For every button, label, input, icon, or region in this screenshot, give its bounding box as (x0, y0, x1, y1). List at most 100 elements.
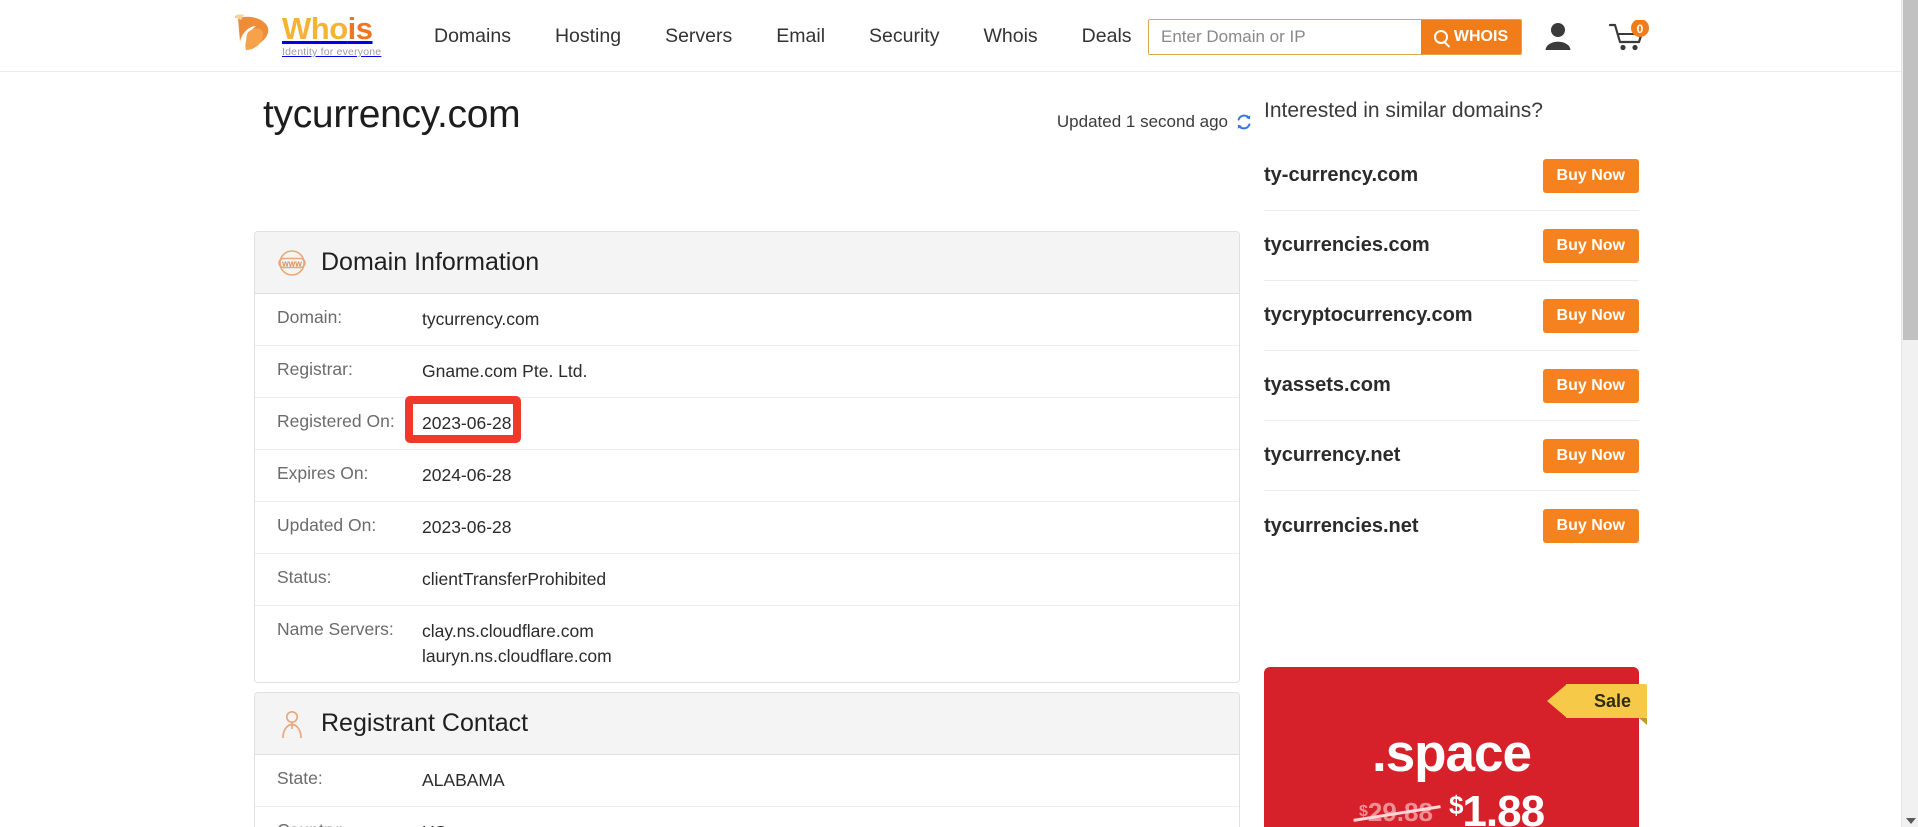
promo-price-row: $29.88 $1.88 (1264, 787, 1639, 827)
whois-search-button[interactable]: WHOIS (1421, 20, 1521, 54)
table-row: Domain: tycurrency.com (255, 294, 1239, 346)
search-input[interactable] (1149, 20, 1421, 54)
whois-lookup-page: Whois Identity for everyone Domains Host… (0, 0, 1918, 827)
page-title: tycurrency.com (263, 93, 521, 136)
row-key: Name Servers: (277, 619, 394, 639)
buy-now-button[interactable]: Buy Now (1542, 228, 1639, 263)
table-row: State: ALABAMA (255, 755, 1239, 807)
shopping-cart-icon[interactable]: 0 (1608, 19, 1650, 52)
refresh-icon[interactable] (1235, 113, 1253, 131)
table-row: Updated On: 2023-06-28 (255, 502, 1239, 554)
row-key: Country: (277, 820, 422, 827)
promo-old-price: $29.88 (1359, 797, 1433, 827)
list-item: tycryptocurrency.com Buy Now (1264, 281, 1639, 351)
domain-information-title: Domain Information (321, 248, 540, 276)
row-value: ALABAMA (422, 770, 505, 790)
table-row: Country: US (255, 807, 1239, 827)
domain-information-panel: WWW Domain Information Domain: tycurrenc… (254, 231, 1240, 683)
registrant-contact-panel: Registrant Contact State: ALABAMA Countr… (254, 692, 1240, 827)
buy-now-button[interactable]: Buy Now (1542, 368, 1639, 403)
similar-domain-name[interactable]: tycurrency.net (1264, 444, 1400, 467)
logo-text-block: Whois Identity for everyone (282, 12, 381, 58)
promo-new-price-currency: $ (1448, 790, 1464, 820)
buy-now-button[interactable]: Buy Now (1542, 298, 1639, 333)
row-value-container: 2023-06-28 (405, 396, 521, 443)
table-row: Expires On: 2024-06-28 (255, 450, 1239, 502)
row-key: Updated On: (277, 515, 377, 535)
row-value: US (422, 820, 446, 827)
person-badge-icon (277, 709, 307, 739)
similar-domain-name[interactable]: tycurrencies.com (1264, 234, 1430, 257)
name-server-1: clay.ns.cloudflare.com (422, 621, 594, 641)
scroll-down-arrow-icon[interactable] (1906, 818, 1916, 824)
page-title-row: tycurrency.com Updated 1 second ago (263, 93, 1253, 137)
scrollbar-thumb[interactable] (1903, 0, 1918, 340)
row-key: Registrar: (277, 359, 353, 379)
nav-item-security[interactable]: Security (847, 0, 961, 72)
name-server-2: lauryn.ns.cloudflare.com (422, 646, 612, 666)
row-key: Status: (277, 567, 332, 587)
site-header: Whois Identity for everyone Domains Host… (0, 0, 1901, 72)
nav-item-email[interactable]: Email (754, 0, 847, 72)
table-row-name-servers: Name Servers: clay.ns.cloudflare.com lau… (255, 606, 1239, 682)
similar-domains-heading: Interested in similar domains? (1264, 99, 1543, 122)
search-icon (1433, 30, 1448, 44)
table-row-registered-on: Registered On: 2023-06-28 (255, 396, 1239, 450)
page-content: tycurrency.com Updated 1 second ago WWW … (0, 73, 1901, 827)
logo-tagline: Identity for everyone (282, 46, 382, 58)
registrant-contact-rows: State: ALABAMA Country: US Email: https:… (255, 755, 1239, 827)
row-key: Domain: (277, 307, 343, 327)
buy-now-button[interactable]: Buy Now (1542, 158, 1639, 193)
similar-domain-name[interactable]: tyassets.com (1264, 374, 1391, 397)
table-row: Registrar: Gname.com Pte. Ltd. (255, 346, 1239, 398)
last-updated-label: Updated 1 second ago (1056, 112, 1228, 131)
account-icon[interactable] (1545, 22, 1571, 50)
svg-text:0: 0 (1637, 22, 1644, 36)
nav-item-servers[interactable]: Servers (643, 0, 754, 72)
domain-search-box: WHOIS (1148, 19, 1522, 55)
domain-information-header: WWW Domain Information (255, 232, 1239, 294)
nav-item-whois[interactable]: Whois (961, 0, 1059, 72)
list-item: tycurrencies.com Buy Now (1264, 211, 1639, 281)
row-value: Gname.com Pte. Ltd. (422, 361, 588, 381)
list-item: tyassets.com Buy Now (1264, 351, 1639, 421)
row-key: Expires On: (277, 463, 369, 483)
row-value: tycurrency.com (422, 309, 540, 329)
www-badge-icon: WWW (277, 248, 307, 278)
list-item: ty-currency.com Buy Now (1264, 141, 1639, 211)
space-tld-promo-banner[interactable]: Sale .space $29.88 $1.88 BUY NOW (1264, 667, 1648, 827)
promo-old-price-currency: $ (1358, 802, 1368, 820)
whois-search-button-label: WHOIS (1453, 28, 1509, 45)
nav-item-domains[interactable]: Domains (412, 0, 533, 72)
row-value: 2023-06-28 (422, 413, 512, 433)
nav-item-deals[interactable]: Deals (1060, 0, 1154, 72)
svg-text:WWW: WWW (282, 261, 302, 268)
list-item: tycurrencies.net Buy Now (1264, 491, 1639, 561)
registrant-contact-header: Registrant Contact (255, 693, 1239, 755)
row-value: 2024-06-28 (422, 465, 512, 485)
promo-old-price-value: 29.88 (1367, 796, 1433, 827)
row-key: Registered On: (277, 411, 395, 431)
domain-information-rows: Domain: tycurrency.com Registrar: Gname.… (255, 294, 1239, 682)
row-value: clientTransferProhibited (422, 569, 607, 589)
promo-new-price-value: 1.88 (1462, 787, 1545, 827)
promo-new-price: $1.88 (1448, 787, 1545, 827)
site-logo[interactable]: Whois Identity for everyone (232, 12, 381, 58)
similar-domains-sidebar: Interested in similar domains? ty-curren… (1264, 99, 1639, 561)
last-updated-status: Updated 1 second ago (1057, 112, 1253, 132)
main-nav: Domains Hosting Servers Email Security W… (412, 0, 1154, 72)
logo-wordmark: Whois (282, 11, 373, 46)
page-scrollbar[interactable] (1901, 0, 1918, 827)
similar-domain-name[interactable]: ty-currency.com (1264, 164, 1418, 187)
promo-tld-label: .space (1371, 724, 1532, 783)
buy-now-button[interactable]: Buy Now (1542, 509, 1639, 543)
registered-on-highlight-wrap: 2023-06-28 (405, 396, 521, 443)
similar-domain-name[interactable]: tycurrencies.net (1264, 515, 1419, 538)
row-value: clay.ns.cloudflare.com lauryn.ns.cloudfl… (422, 619, 612, 669)
row-key: State: (277, 768, 323, 788)
nav-item-hosting[interactable]: Hosting (533, 0, 643, 72)
sale-ribbon: Sale (1546, 684, 1648, 725)
similar-domain-name[interactable]: tycryptocurrency.com (1264, 304, 1473, 327)
whois-logo-icon (232, 12, 278, 56)
buy-now-button[interactable]: Buy Now (1542, 438, 1639, 473)
